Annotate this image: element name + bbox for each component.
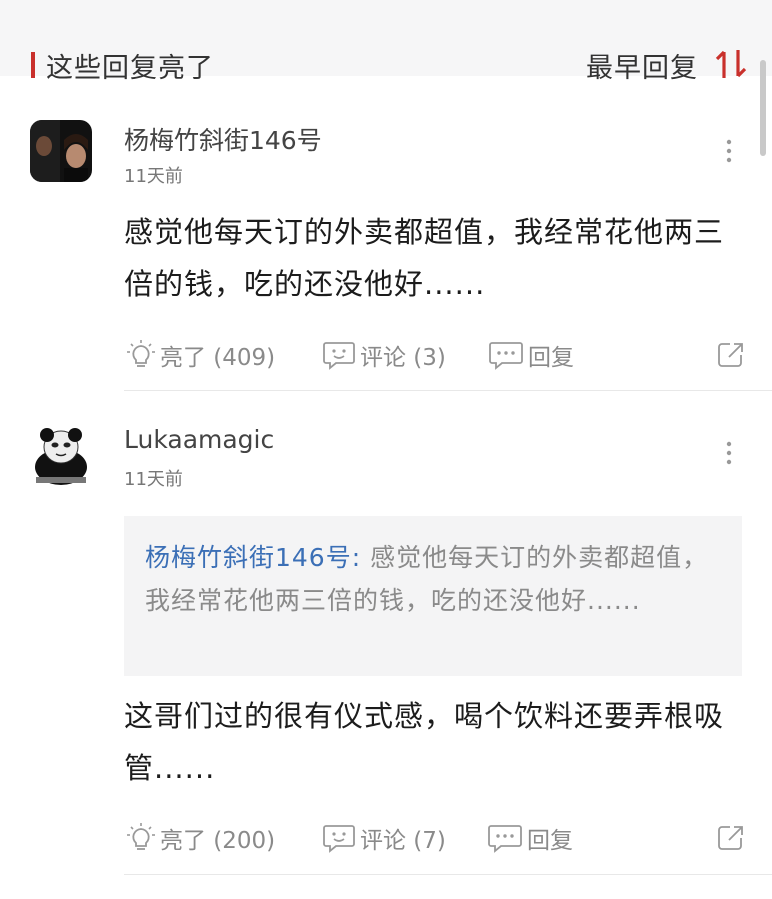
- reply-button[interactable]: 回复: [487, 823, 573, 854]
- comment-divider: [124, 390, 772, 391]
- accent-bar: [31, 52, 35, 78]
- avatar[interactable]: [30, 120, 92, 182]
- section-title: 这些回复亮了: [46, 53, 214, 84]
- reply-bubble-icon: [488, 825, 522, 853]
- comment-button[interactable]: 评论 (3): [322, 340, 446, 371]
- comment-content: 感觉他每天订的外卖都超值，我经常花他两三倍的钱，吃的还没他好......: [124, 215, 725, 301]
- more-options-icon[interactable]: [725, 440, 733, 466]
- reply-button[interactable]: 回复: [488, 340, 574, 371]
- light-count: 亮了 (200): [160, 828, 276, 854]
- comment-divider: [124, 874, 772, 875]
- quoted-author[interactable]: 杨梅竹斜街146号:: [145, 543, 361, 572]
- sort-button-label[interactable]: 最早回复: [586, 46, 698, 85]
- speech-bubble-icon: [323, 825, 355, 853]
- scrollbar-thumb[interactable]: [760, 60, 766, 156]
- comment-count: 评论 (3): [360, 345, 446, 371]
- comment-time: 11天前: [124, 469, 183, 490]
- lightbulb-icon: [127, 340, 155, 367]
- comment-author[interactable]: Lukaamagic: [124, 425, 274, 454]
- lightbulb-icon: [127, 823, 155, 850]
- light-button[interactable]: 亮了 (200): [126, 823, 276, 854]
- reply-label: 回复: [528, 345, 574, 371]
- avatar[interactable]: [30, 423, 92, 485]
- share-icon[interactable]: [716, 340, 746, 370]
- reply-label: 回复: [527, 828, 573, 854]
- share-icon[interactable]: [716, 823, 746, 853]
- quoted-comment[interactable]: 杨梅竹斜街146号: 感觉他每天订的外卖都超值，我经常花他两三倍的钱，吃的还没他…: [124, 516, 742, 676]
- comment-time: 11天前: [124, 166, 183, 187]
- more-options-icon[interactable]: [725, 138, 733, 164]
- speech-bubble-icon: [323, 342, 355, 370]
- section-header: 这些回复亮了 最早回复: [0, 0, 772, 84]
- comment-button[interactable]: 评论 (7): [322, 823, 446, 854]
- reply-bubble-icon: [489, 342, 523, 370]
- comment-content: 这哥们过的很有仪式感，喝个饮料还要弄根吸管......: [124, 699, 725, 785]
- comment-count: 评论 (7): [360, 828, 446, 854]
- light-count: 亮了 (409): [160, 345, 276, 371]
- light-button[interactable]: 亮了 (409): [126, 340, 276, 371]
- sort-toggle-icon[interactable]: [714, 48, 750, 80]
- comment-author[interactable]: 杨梅竹斜街146号: [124, 121, 322, 157]
